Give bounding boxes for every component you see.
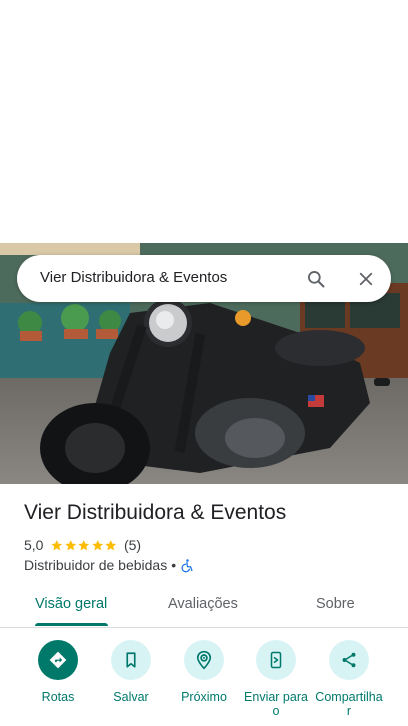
category-row: Distribuidor de bebidas • — [24, 556, 195, 574]
map-blank-area — [0, 0, 408, 243]
close-icon[interactable] — [353, 266, 379, 292]
directions-label: Rotas — [41, 690, 75, 704]
rating-stars — [50, 539, 118, 552]
review-count: (5) — [123, 537, 142, 553]
nearby-button[interactable]: Próximo — [168, 640, 240, 704]
rating-row[interactable]: 5,0 (5) — [24, 536, 141, 554]
share-icon[interactable] — [329, 640, 369, 680]
directions-button[interactable]: Rotas — [22, 640, 94, 704]
star-icon — [51, 539, 63, 550]
search-input[interactable]: Vier Distribuidora & Eventos — [40, 269, 227, 286]
send-to-phone-icon[interactable] — [256, 640, 296, 680]
nearby-icon[interactable] — [184, 640, 224, 680]
star-icon — [65, 539, 77, 550]
send-to-phone-label: Enviar para o — [244, 690, 308, 718]
share-label: Compartilha r — [315, 690, 383, 718]
save-button[interactable]: Salvar — [95, 640, 167, 704]
nearby-label: Próximo — [181, 690, 227, 704]
star-icon — [105, 539, 117, 550]
directions-icon[interactable] — [38, 640, 78, 680]
active-tab-indicator — [35, 623, 108, 626]
tab-reviews[interactable]: Avaliações — [168, 596, 238, 612]
send-to-phone-button[interactable]: Enviar para o — [240, 640, 312, 718]
action-buttons-row: Rotas Salvar Próximo Enviar para o Compa… — [0, 640, 408, 726]
tab-overview[interactable]: Visão geral — [35, 596, 107, 612]
tab-about[interactable]: Sobre — [316, 596, 355, 612]
place-tabs: Visão geral Avaliações Sobre — [0, 586, 408, 628]
search-bar[interactable]: Vier Distribuidora & Eventos — [17, 255, 391, 302]
star-icon — [92, 539, 104, 550]
wheelchair-accessible-icon — [181, 558, 193, 572]
save-label: Salvar — [113, 690, 149, 704]
search-icon[interactable] — [303, 266, 329, 292]
separator-dot: • — [171, 557, 177, 573]
place-title: Vier Distribuidora & Eventos — [24, 501, 287, 524]
place-category: Distribuidor de bebidas — [24, 557, 168, 573]
rating-value: 5,0 — [24, 537, 44, 553]
bookmark-icon[interactable] — [111, 640, 151, 680]
share-button[interactable]: Compartilha r — [313, 640, 385, 718]
star-icon — [78, 539, 90, 550]
